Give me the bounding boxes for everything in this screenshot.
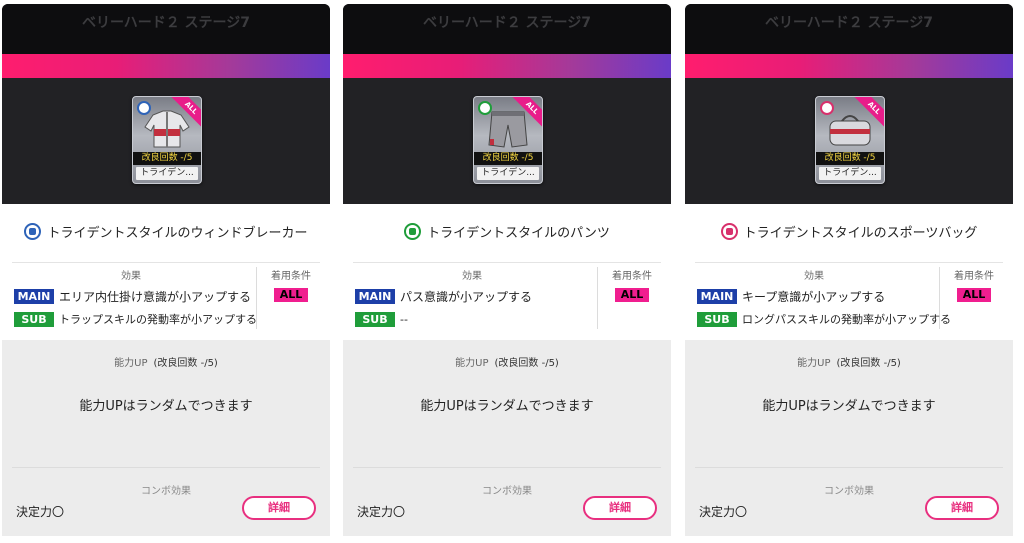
sub-effect-text: ロングパススキルの発動率が小アップする [742,313,951,326]
combo-value: 決定力〇 [699,505,748,519]
divider [12,467,320,468]
main-effect-text: キープ意識が小アップする [742,289,886,304]
effects-section: 効果 着用条件 MAIN エリア内仕掛け意識が小アップする SUB トラップスキ… [12,262,320,335]
detail-button[interactable]: 詳細 [925,496,999,520]
sub-tag: SUB [14,311,54,327]
sub-tag: SUB [697,311,737,327]
rarity-ribbon [2,54,330,78]
ability-section: 能力UP (改良回数 -/5) 能力UPはランダムでつきます コンボ効果 決定力〇… [343,340,671,536]
condition-badge: ALL [957,288,991,302]
combo-label: コンボ効果 [141,486,191,497]
detail-button[interactable]: 詳細 [242,496,316,520]
sub-effect: SUB トラップスキルの発動率が小アップする [14,311,257,327]
item-thumbnail[interactable]: ALL 改良回数 -/5 トライデン... [473,96,543,184]
combo-value: 決定力〇 [357,505,406,519]
ability-count: (改良回数 -/5) [494,358,559,369]
upgrade-count: 改良回数 -/5 [133,152,201,165]
divider [695,467,1003,468]
main-effect: MAIN パス意識が小アップする [355,288,532,304]
main-tag: MAIN [697,288,737,304]
item-name: トライデントスタイルのスポーツバッグ [743,225,978,241]
item-title: トライデントスタイルのパンツ [343,216,671,246]
effect-label: 効果 [121,271,141,282]
effect-label: 効果 [804,271,824,282]
sub-effect: SUB ロングパススキルの発動率が小アップする [697,311,951,327]
item-card-sports-bag: ベリーハード２ ステージ7 ALL 改良回数 -/5 トライデン... トライデ… [685,4,1013,536]
random-notice: 能力UPはランダムでつきます [762,399,936,414]
item-thumbnail[interactable]: ALL 改良回数 -/5 トライデン... [132,96,202,184]
random-notice: 能力UPはランダムでつきます [79,399,253,414]
sub-effect: SUB -- [355,311,408,327]
item-card-pants: ベリーハード２ ステージ7 ALL 改良回数 -/5 トライデン... トライデ… [343,4,671,536]
detail-button[interactable]: 詳細 [583,496,657,520]
item-name: トライデントスタイルのパンツ [427,225,610,241]
jacket-art [144,110,190,148]
jacket-icon [24,222,42,240]
ability-label: 能力UP [114,358,148,369]
random-notice: 能力UPはランダムでつきます [420,399,594,414]
thumbnail-name: トライデン... [477,167,539,180]
thumbnail-name: トライデン... [819,167,881,180]
main-tag: MAIN [14,288,54,304]
stage-title: ベリーハード２ ステージ7 [343,4,671,54]
condition-label: 着用条件 [612,271,652,282]
rarity-ribbon [343,54,671,78]
ability-section: 能力UP (改良回数 -/5) 能力UPはランダムでつきます コンボ効果 決定力〇… [685,340,1013,536]
combo-value: 決定力〇 [16,505,65,519]
main-effect: MAIN エリア内仕掛け意識が小アップする [14,288,251,304]
bag-icon [720,222,738,240]
thumbnail-name: トライデン... [136,167,198,180]
upgrade-count: 改良回数 -/5 [474,152,542,165]
ability-header: 能力UP (改良回数 -/5) [685,354,1013,369]
main-effect-text: エリア内仕掛け意識が小アップする [59,289,252,304]
item-name: トライデントスタイルのウィンドブレーカー [47,225,308,241]
main-tag: MAIN [355,288,395,304]
item-header: ベリーハード２ ステージ7 ALL 改良回数 -/5 トライデン... [685,4,1013,204]
item-card-windbreaker: ベリーハード２ ステージ7 ALL 改良回数 -/5 トライデン... トライデ… [2,4,330,536]
effects-section: 効果 着用条件 MAIN パス意識が小アップする SUB -- ALL [353,262,661,335]
ability-count: (改良回数 -/5) [153,358,218,369]
effect-label: 効果 [462,271,482,282]
sub-tag: SUB [355,311,395,327]
ability-label: 能力UP [797,358,831,369]
combo-label: コンボ効果 [482,486,532,497]
divider [353,467,661,468]
sub-effect-text: -- [400,312,408,326]
condition-badge: ALL [274,288,308,302]
main-effect: MAIN キープ意識が小アップする [697,288,885,304]
ability-count: (改良回数 -/5) [836,358,901,369]
ability-header: 能力UP (改良回数 -/5) [2,354,330,369]
item-thumbnail[interactable]: ALL 改良回数 -/5 トライデン... [815,96,885,184]
item-title: トライデントスタイルのウィンドブレーカー [2,216,330,246]
ability-label: 能力UP [455,358,489,369]
main-effect-text: パス意識が小アップする [400,289,533,304]
pants-icon [404,222,422,240]
sub-effect-text: トラップスキルの発動率が小アップする [59,313,257,326]
item-title: トライデントスタイルのスポーツバッグ [685,216,1013,246]
ability-section: 能力UP (改良回数 -/5) 能力UPはランダムでつきます コンボ効果 決定力〇… [2,340,330,536]
stage-title: ベリーハード２ ステージ7 [685,4,1013,54]
pants-art [488,111,528,148]
item-header: ベリーハード２ ステージ7 ALL 改良回数 -/5 トライデン... [2,4,330,204]
rarity-ribbon [685,54,1013,78]
condition-label: 着用条件 [271,271,311,282]
divider [597,267,598,329]
item-header: ベリーハード２ ステージ7 ALL 改良回数 -/5 トライデン... [343,4,671,204]
combo-label: コンボ効果 [824,486,874,497]
condition-badge: ALL [615,288,649,302]
bag-art [829,115,871,146]
upgrade-count: 改良回数 -/5 [816,152,884,165]
ability-header: 能力UP (改良回数 -/5) [343,354,671,369]
stage-title: ベリーハード２ ステージ7 [2,4,330,54]
condition-label: 着用条件 [954,271,994,282]
effects-section: 効果 着用条件 MAIN キープ意識が小アップする SUB ロングパススキルの発… [695,262,1003,335]
